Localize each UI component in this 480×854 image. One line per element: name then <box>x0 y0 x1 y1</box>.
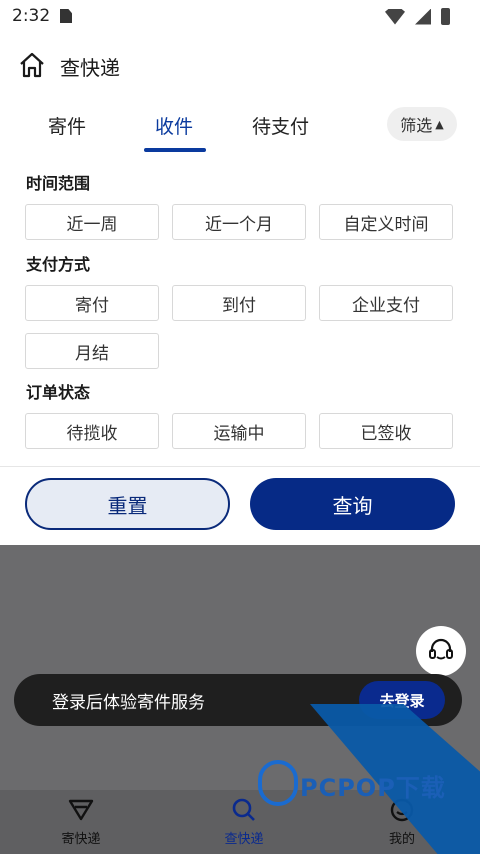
home-icon[interactable] <box>18 51 46 79</box>
reset-button[interactable]: 重置 <box>25 478 230 530</box>
filter-label: 筛选 <box>400 116 433 135</box>
divider <box>0 466 480 467</box>
option-monthly[interactable]: 月结 <box>25 333 159 369</box>
tab-send[interactable]: 寄件 <box>48 112 86 139</box>
wifi-icon <box>385 8 405 25</box>
option-last-week[interactable]: 近一周 <box>25 204 159 240</box>
section-title-time-range: 时间范围 <box>26 174 91 193</box>
headset-icon <box>429 638 453 660</box>
section-title-order-status: 订单状态 <box>26 383 91 402</box>
signal-icon <box>415 8 431 25</box>
watermark-text: PCPOP下载 <box>300 774 446 802</box>
nav-label-send: 寄快递 <box>61 832 101 847</box>
option-in-transit[interactable]: 运输中 <box>172 413 306 449</box>
section-title-payment: 支付方式 <box>26 255 91 274</box>
search-icon <box>232 798 255 821</box>
customer-service-button[interactable] <box>416 626 466 676</box>
tab-pending-payment[interactable]: 待支付 <box>252 112 309 139</box>
send-icon <box>68 799 94 821</box>
option-custom-time[interactable]: 自定义时间 <box>319 204 453 240</box>
caret-up-icon: ▲ <box>435 117 444 131</box>
battery-icon <box>441 8 450 25</box>
status-time: 2:32 <box>12 6 51 26</box>
tab-indicator <box>144 148 206 152</box>
option-receiver-pays[interactable]: 到付 <box>172 285 306 321</box>
option-signed[interactable]: 已签收 <box>319 413 453 449</box>
filter-button[interactable]: 筛选 ▲ <box>387 107 457 141</box>
option-pending-pickup[interactable]: 待揽收 <box>25 413 159 449</box>
status-bar: 2:32 <box>0 0 480 32</box>
option-sender-pays[interactable]: 寄付 <box>25 285 159 321</box>
page-title: 查快递 <box>60 56 120 80</box>
query-button[interactable]: 查询 <box>250 478 455 530</box>
option-enterprise-pay[interactable]: 企业支付 <box>319 285 453 321</box>
status-icons <box>385 8 450 25</box>
option-last-month[interactable]: 近一个月 <box>172 204 306 240</box>
nav-send-express[interactable]: 寄快递 <box>41 798 121 847</box>
login-banner-text: 登录后体验寄件服务 <box>52 693 205 713</box>
watermark-logo <box>258 760 298 806</box>
nav-label-track: 查快递 <box>224 832 264 847</box>
tab-receive[interactable]: 收件 <box>155 112 193 139</box>
top-bar: 查快递 <box>0 40 480 88</box>
sim-card-icon <box>60 9 72 23</box>
